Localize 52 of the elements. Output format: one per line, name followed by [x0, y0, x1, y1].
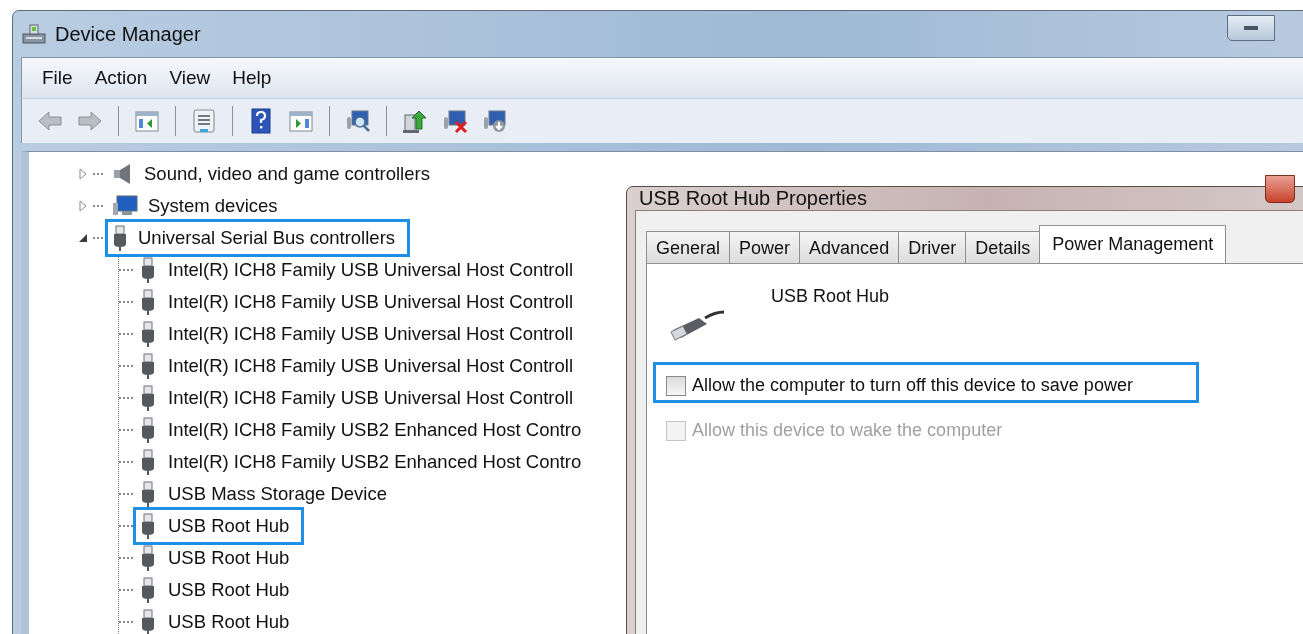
minimize-button[interactable] [1227, 15, 1275, 41]
tree-item[interactable]: Universal Serial Bus controllers [138, 227, 396, 249]
usb-plug-icon [140, 417, 156, 443]
checkbox-label: Allow this device to wake the computer [692, 420, 1003, 441]
usb-plug-icon [140, 353, 156, 379]
usb-plug-icon [112, 225, 128, 251]
tree-item[interactable]: USB Root Hub [168, 579, 290, 601]
usb-plug-icon [140, 481, 156, 507]
device-manager-icon [21, 22, 47, 46]
usb-plug-icon [140, 449, 156, 475]
checkbox[interactable] [666, 375, 686, 396]
tree-item[interactable]: Intel(R) ICH8 Family USB2 Enhanced Host Contro [168, 451, 582, 473]
tree-item[interactable]: Intel(R) ICH8 Family USB Universal Host Controll [168, 259, 574, 281]
tree-item[interactable]: Sound, video and game controllers [144, 163, 430, 185]
tab[interactable]: Details [965, 231, 1041, 263]
menu-item[interactable]: View [161, 63, 219, 93]
usb-plug-icon [140, 545, 156, 571]
tree-item[interactable]: USB Root Hub [168, 515, 290, 537]
minimize-icon [1244, 26, 1258, 30]
down-arrow-icon [481, 107, 509, 135]
device-cross-icon [441, 107, 469, 135]
tab[interactable]: Power Management [1039, 225, 1227, 263]
tree-item[interactable]: Intel(R) ICH8 Family USB Universal Host Controll [168, 291, 574, 313]
window-title: Device Manager [55, 22, 201, 46]
menu-item[interactable]: Action [86, 63, 156, 93]
usb-plug-icon [140, 321, 156, 347]
tree-item[interactable]: USB Mass Storage Device [168, 483, 387, 505]
checkbox-label: Allow the computer to turn off this device to save power [692, 375, 1133, 396]
tree-item[interactable]: Intel(R) ICH8 Family USB Universal Host Controll [168, 387, 574, 409]
tab[interactable]: Advanced [799, 231, 900, 263]
tree-item[interactable]: USB Root Hub [168, 611, 290, 633]
tab[interactable]: General [646, 231, 731, 263]
menu-item[interactable]: Help [224, 63, 280, 93]
usb-plug-icon [140, 513, 156, 539]
menu-item[interactable]: File [34, 63, 81, 93]
tree-item[interactable]: System devices [148, 195, 278, 217]
device-name: USB Root Hub [771, 286, 890, 307]
usb-plug-icon [140, 577, 156, 603]
tab[interactable]: Driver [898, 231, 967, 263]
tree-item[interactable]: Intel(R) ICH8 Family USB Universal Host Controll [168, 323, 574, 345]
usb-plug-icon [140, 385, 156, 411]
document-icon [190, 107, 218, 135]
tree-item[interactable]: Intel(R) ICH8 Family USB Universal Host Controll [168, 355, 574, 377]
tab[interactable]: Power [729, 231, 801, 263]
tree-item[interactable]: USB Root Hub [168, 547, 290, 569]
usb-plug-icon [140, 257, 156, 283]
close-button[interactable] [1265, 174, 1295, 203]
usb-plug-icon [140, 289, 156, 315]
usb-plug-icon [140, 609, 156, 634]
tree-item[interactable]: Intel(R) ICH8 Family USB2 Enhanced Host Contro [168, 419, 582, 441]
monitor-icon [112, 195, 138, 217]
dialog-title: USB Root Hub Properties [639, 187, 867, 210]
